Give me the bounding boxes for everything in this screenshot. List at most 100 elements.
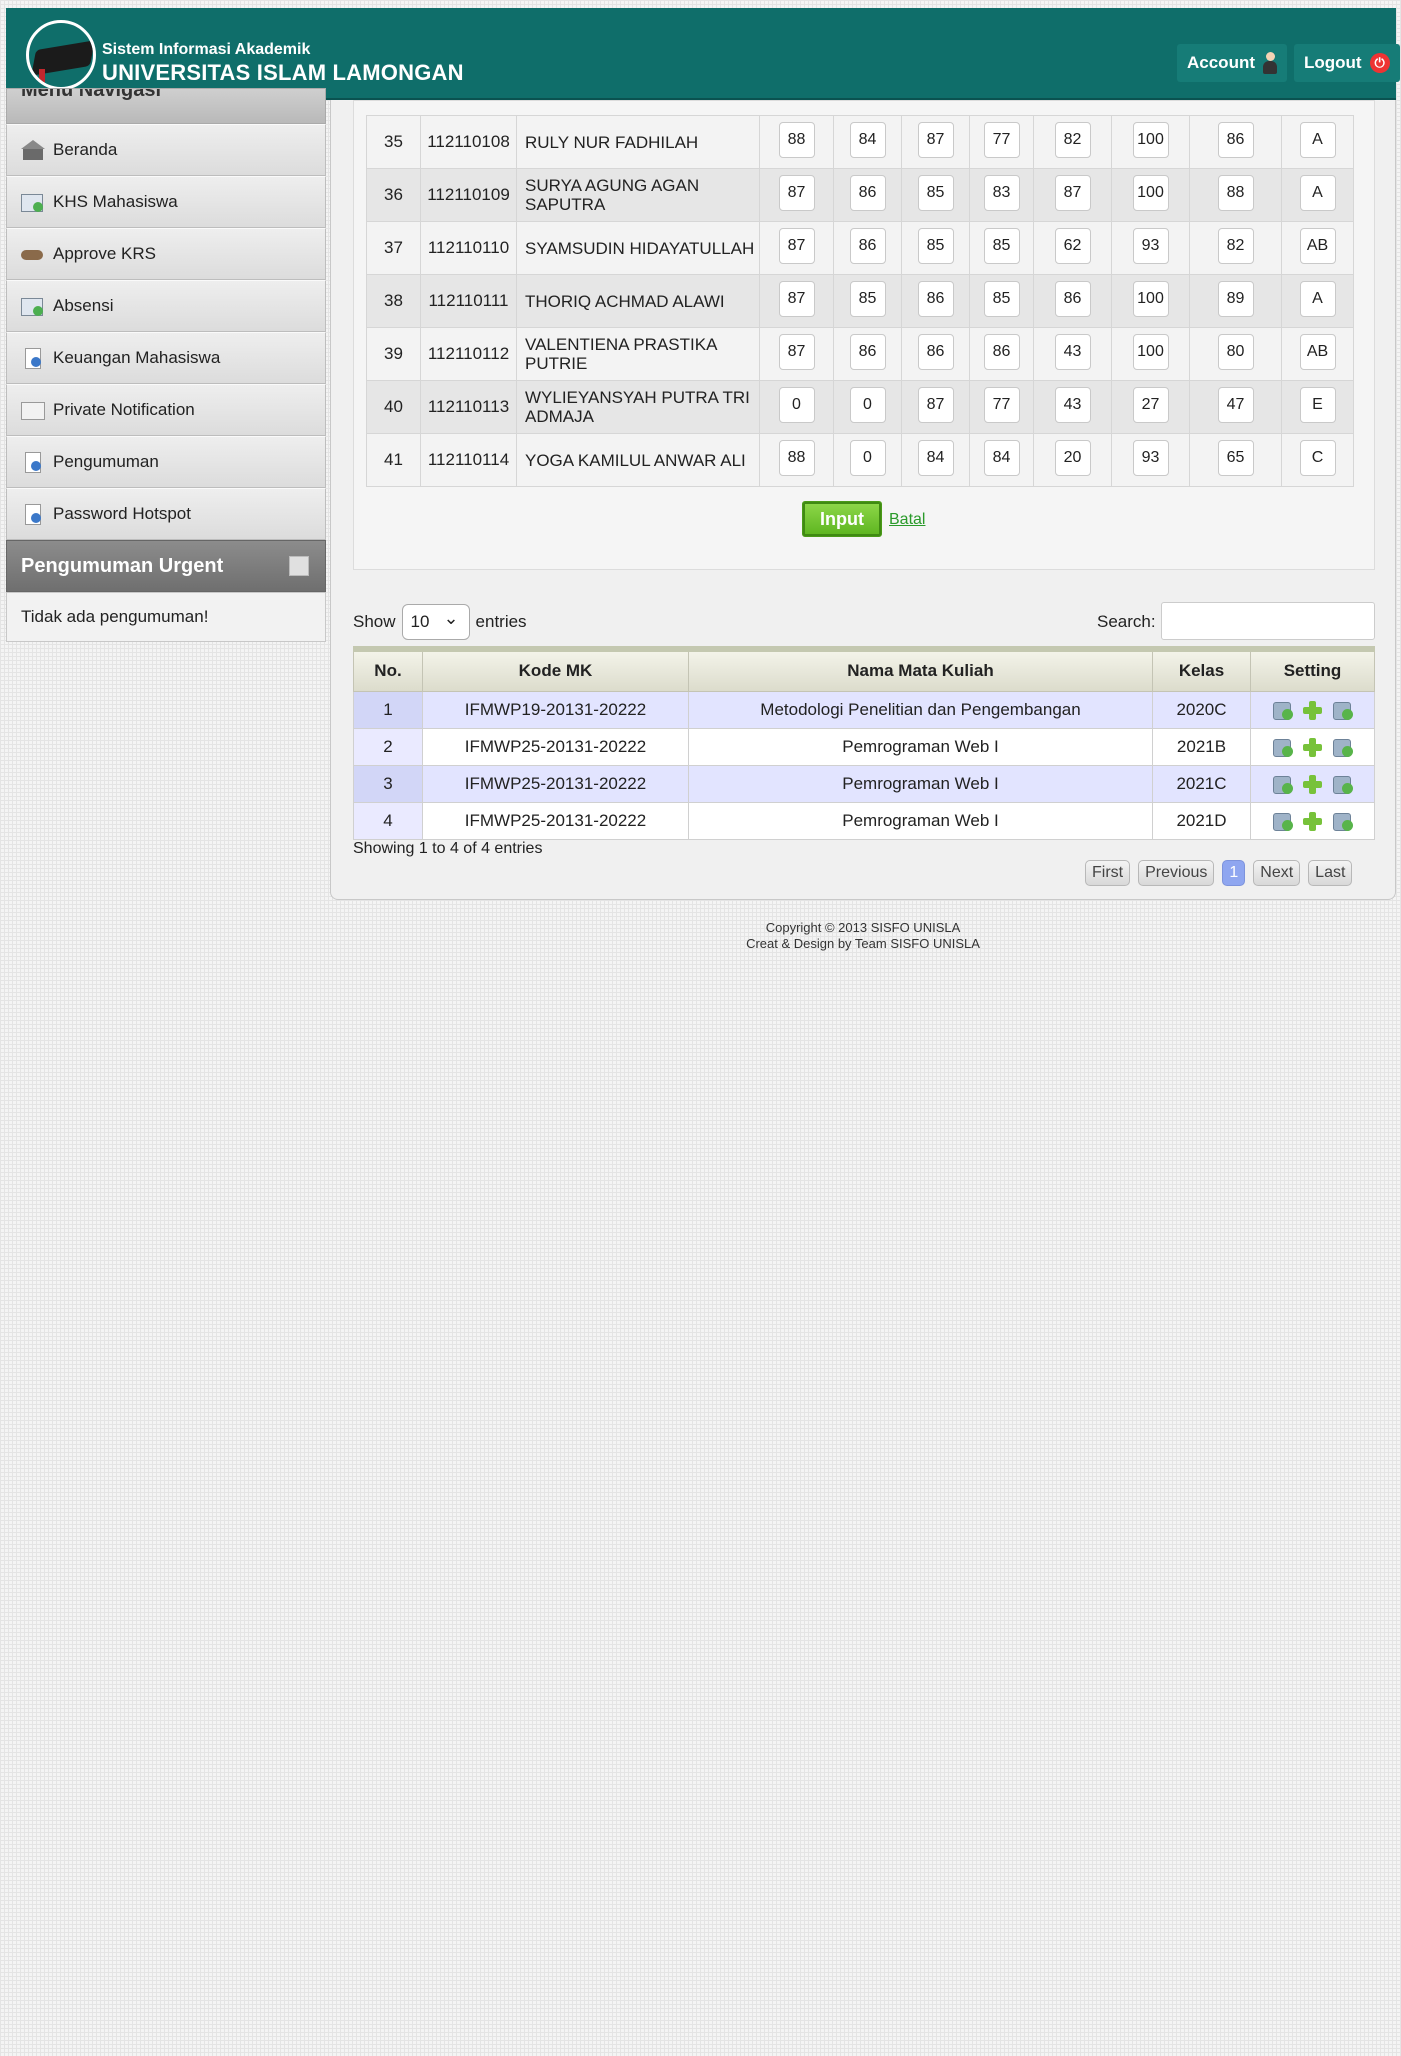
grade-cell: 86 <box>901 327 970 381</box>
account-button[interactable]: Account <box>1177 44 1287 82</box>
pagination-next[interactable]: Next <box>1253 860 1301 886</box>
score-input-field[interactable]: 87 <box>917 386 954 423</box>
score-input-field[interactable]: 20 <box>1054 439 1091 476</box>
score-input-field[interactable]: 85 <box>917 174 954 211</box>
letter-grade-field[interactable]: AB <box>1299 333 1336 370</box>
grade-cell: 43 <box>1033 380 1112 434</box>
score-input-field[interactable]: 47 <box>1217 386 1254 423</box>
search-input[interactable] <box>1161 602 1375 640</box>
score-input-field[interactable]: 77 <box>983 121 1020 158</box>
score-input-field[interactable]: 77 <box>983 386 1020 423</box>
score-input-field[interactable]: 86 <box>983 333 1020 370</box>
score-input-field[interactable]: 86 <box>849 333 886 370</box>
sidebar-item-pengumuman[interactable]: Pengumuman <box>6 436 326 488</box>
column-header-kode-mk[interactable]: Kode MK <box>422 646 689 692</box>
score-input-field[interactable]: 62 <box>1054 227 1091 264</box>
add-icon[interactable] <box>1302 811 1324 831</box>
score-input-field[interactable]: 0 <box>778 386 815 423</box>
letter-grade-field[interactable]: A <box>1299 280 1336 317</box>
score-input-field[interactable]: 65 <box>1217 439 1254 476</box>
score-input-field[interactable]: 80 <box>1217 333 1254 370</box>
pagination-first[interactable]: First <box>1085 860 1131 886</box>
letter-grade-field[interactable]: A <box>1299 174 1336 211</box>
sidebar-item-private-notification[interactable]: Private Notification <box>6 384 326 436</box>
column-header-setting[interactable]: Setting <box>1250 646 1375 692</box>
score-input-field[interactable]: 82 <box>1217 227 1254 264</box>
letter-grade-field[interactable]: C <box>1299 439 1336 476</box>
score-input-field[interactable]: 88 <box>778 439 815 476</box>
student-nim: 112110114 <box>420 433 517 487</box>
score-input-field[interactable]: 87 <box>1054 174 1091 211</box>
score-input-field[interactable]: 93 <box>1132 227 1169 264</box>
score-input-field[interactable]: 86 <box>849 174 886 211</box>
pagination-last[interactable]: Last <box>1308 860 1353 886</box>
score-input-field[interactable]: 85 <box>917 227 954 264</box>
score-input-field[interactable]: 100 <box>1132 174 1169 211</box>
nav-menu-header[interactable]: Menu Navigasi <box>6 88 326 124</box>
score-input-field[interactable]: 0 <box>849 439 886 476</box>
pagination-previous[interactable]: Previous <box>1138 860 1215 886</box>
score-input-field[interactable]: 86 <box>849 227 886 264</box>
edit-data-icon[interactable] <box>1332 774 1354 794</box>
edit-data-icon[interactable] <box>1332 811 1354 831</box>
grade-row: 35 112110108 RULY NUR FADHILAH 88 84 87 77 82 10… <box>366 115 1354 169</box>
score-input-field[interactable]: 85 <box>983 280 1020 317</box>
score-input-field[interactable]: 86 <box>1217 121 1254 158</box>
edit-data-icon[interactable] <box>1332 737 1354 757</box>
score-input-field[interactable]: 43 <box>1054 386 1091 423</box>
column-header-kelas[interactable]: Kelas <box>1152 646 1251 692</box>
score-input-field[interactable]: 85 <box>983 227 1020 264</box>
view-data-icon[interactable] <box>1272 737 1294 757</box>
sidebar-item-keuangan-mahasiswa[interactable]: Keuangan Mahasiswa <box>6 332 326 384</box>
score-input-field[interactable]: 86 <box>1054 280 1091 317</box>
logout-button[interactable]: Logout ⏻ <box>1294 44 1400 82</box>
score-input-field[interactable]: 87 <box>917 121 954 158</box>
score-input-field[interactable]: 82 <box>1054 121 1091 158</box>
score-input-field[interactable]: 87 <box>778 280 815 317</box>
score-input-field[interactable]: 86 <box>917 280 954 317</box>
info-document-icon <box>21 452 45 473</box>
score-input-field[interactable]: 100 <box>1132 333 1169 370</box>
add-icon[interactable] <box>1302 700 1324 720</box>
score-input-field[interactable]: 88 <box>778 121 815 158</box>
score-input-field[interactable]: 84 <box>983 439 1020 476</box>
score-input-field[interactable]: 87 <box>778 174 815 211</box>
score-input-field[interactable]: 84 <box>849 121 886 158</box>
input-submit-button[interactable]: Input <box>802 501 882 537</box>
sidebar-item-khs-mahasiswa[interactable]: KHS Mahasiswa <box>6 176 326 228</box>
view-data-icon[interactable] <box>1272 700 1294 720</box>
add-icon[interactable] <box>1302 774 1324 794</box>
grade-cell: C <box>1281 433 1354 487</box>
grade-cell: 88 <box>759 115 834 169</box>
score-input-field[interactable]: 86 <box>917 333 954 370</box>
sidebar-item-approve-krs[interactable]: Approve KRS <box>6 228 326 280</box>
entries-select[interactable]: 10 <box>401 601 470 640</box>
add-icon[interactable] <box>1302 737 1324 757</box>
score-input-field[interactable]: 100 <box>1132 280 1169 317</box>
column-header-no[interactable]: No. <box>353 646 423 692</box>
sidebar-item-absensi[interactable]: Absensi <box>6 280 326 332</box>
view-data-icon[interactable] <box>1272 811 1294 831</box>
score-input-field[interactable]: 87 <box>778 333 815 370</box>
score-input-field[interactable]: 84 <box>917 439 954 476</box>
column-header-nama-mata-kuliah[interactable]: Nama Mata Kuliah <box>688 646 1153 692</box>
letter-grade-field[interactable]: A <box>1299 121 1336 158</box>
score-input-field[interactable]: 87 <box>778 227 815 264</box>
score-input-field[interactable]: 89 <box>1217 280 1254 317</box>
letter-grade-field[interactable]: E <box>1299 386 1336 423</box>
score-input-field[interactable]: 43 <box>1054 333 1091 370</box>
sidebar-item-beranda[interactable]: Beranda <box>6 124 326 176</box>
score-input-field[interactable]: 93 <box>1132 439 1169 476</box>
edit-data-icon[interactable] <box>1332 700 1354 720</box>
score-input-field[interactable]: 83 <box>983 174 1020 211</box>
score-input-field[interactable]: 88 <box>1217 174 1254 211</box>
letter-grade-field[interactable]: AB <box>1299 227 1336 264</box>
pagination-page-current[interactable]: 1 <box>1222 860 1246 886</box>
score-input-field[interactable]: 27 <box>1132 386 1169 423</box>
view-data-icon[interactable] <box>1272 774 1294 794</box>
sidebar-item-password-hotspot[interactable]: Password Hotspot <box>6 488 326 540</box>
score-input-field[interactable]: 100 <box>1132 121 1169 158</box>
score-input-field[interactable]: 85 <box>849 280 886 317</box>
cancel-link[interactable]: Batal <box>889 511 925 529</box>
score-input-field[interactable]: 0 <box>849 386 886 423</box>
